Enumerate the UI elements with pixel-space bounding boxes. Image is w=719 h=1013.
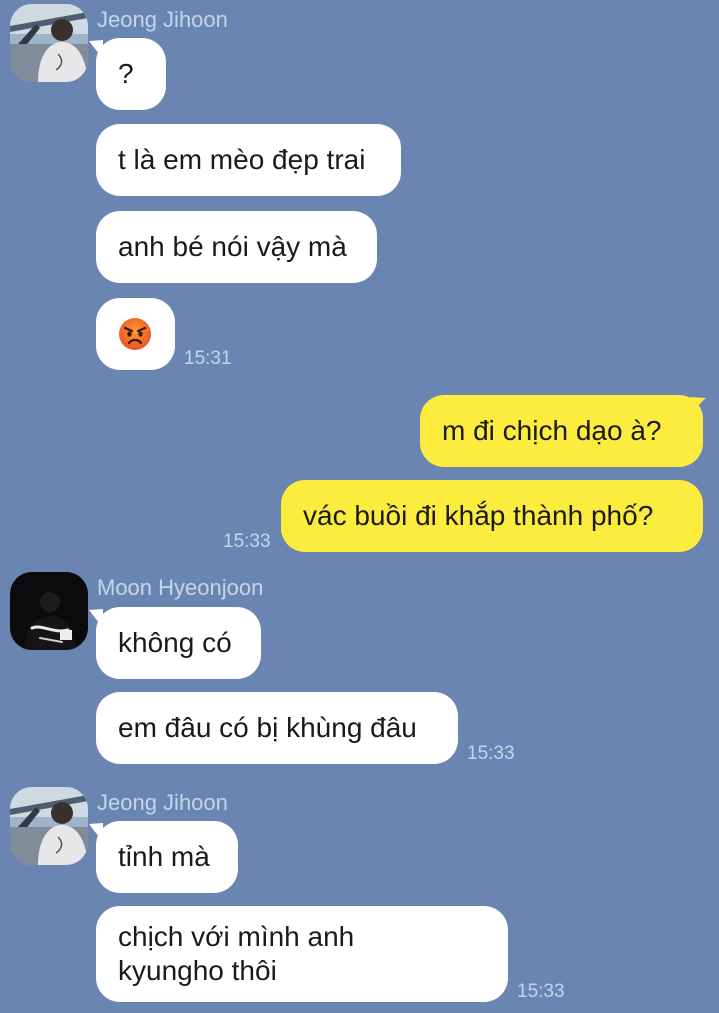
sender-avatar[interactable]: [10, 4, 88, 82]
message-text: chịch với mình anh kyungho thôi: [118, 921, 355, 986]
message-text: không có: [118, 627, 232, 658]
message-bubble[interactable]: em đâu có bị khùng đâu: [96, 692, 458, 764]
message-text: anh bé nói vậy mà: [118, 231, 347, 262]
profile-photo-icon: [10, 572, 88, 650]
sender-name: Moon Hyeonjoon: [97, 575, 264, 600]
message-bubble[interactable]: chịch với mình anh kyungho thôi: [96, 906, 508, 1002]
angry-face-emoji-icon: [119, 318, 151, 350]
message-bubble[interactable]: anh bé nói vậy mà: [96, 211, 377, 283]
message-text: m đi chịch dạo à?: [442, 415, 662, 446]
sender-name: Jeong Jihoon: [97, 790, 228, 815]
chat-message-list[interactable]: Jeong Jihoon ? t là em mèo đẹp trai anh …: [0, 0, 719, 1013]
message-text: ?: [118, 58, 134, 89]
message-bubble[interactable]: tỉnh mà: [96, 821, 238, 893]
emoji-message-bubble[interactable]: [96, 298, 175, 370]
message-bubble[interactable]: t là em mèo đẹp trai: [96, 124, 401, 196]
message-timestamp: 15:33: [223, 531, 271, 552]
message-bubble[interactable]: không có: [96, 607, 261, 679]
message-bubble[interactable]: m đi chịch dạo à?: [420, 395, 703, 467]
sender-avatar[interactable]: [10, 572, 88, 650]
message-text: vác buồi đi khắp thành phố?: [303, 500, 654, 531]
message-text: t là em mèo đẹp trai: [118, 144, 366, 175]
profile-photo-icon: [10, 787, 88, 865]
message-text: em đâu có bị khùng đâu: [118, 712, 417, 743]
message-bubble[interactable]: vác buồi đi khắp thành phố?: [281, 480, 703, 552]
profile-photo-icon: [10, 4, 88, 82]
message-bubble[interactable]: ?: [96, 38, 166, 110]
message-timestamp: 15:33: [517, 981, 565, 1002]
message-text: tỉnh mà: [118, 841, 210, 872]
message-timestamp: 15:31: [184, 348, 232, 369]
sender-name: Jeong Jihoon: [97, 7, 228, 32]
message-timestamp: 15:33: [467, 743, 515, 764]
sender-avatar[interactable]: [10, 787, 88, 865]
